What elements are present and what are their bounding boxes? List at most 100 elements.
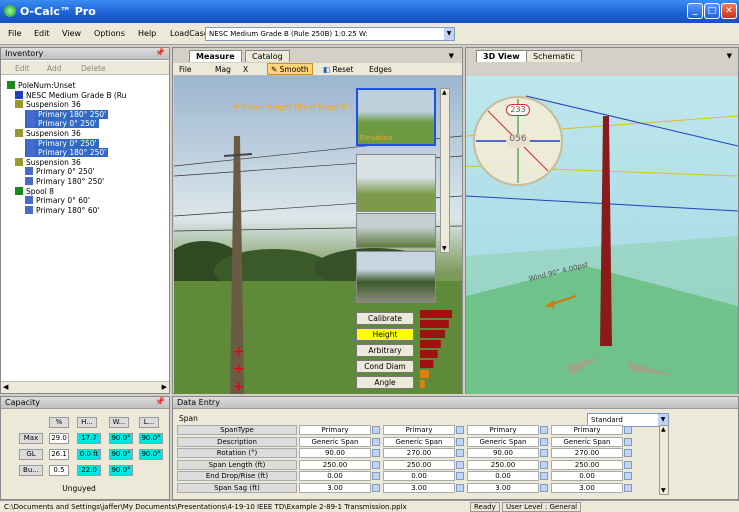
span-cell[interactable]: 270.00 (383, 448, 455, 458)
tab-schematic[interactable]: Schematic (526, 50, 582, 62)
span-cell[interactable]: 250.00 (551, 459, 623, 470)
spinner-icon[interactable] (540, 472, 548, 480)
minimize-button[interactable]: _ (687, 3, 703, 19)
spinner-icon[interactable] (456, 472, 464, 480)
tree-item[interactable]: Primary 0° 250' (25, 167, 95, 176)
spinner-icon[interactable] (540, 426, 548, 434)
spinner-icon[interactable] (624, 437, 632, 446)
spinner-icon[interactable] (372, 483, 380, 492)
scroll-left-icon[interactable]: ◀ (3, 383, 8, 391)
horizontal-scrollbar[interactable]: ◀ ▶ (1, 381, 169, 393)
tree-item[interactable]: Primary 180° 250' (25, 177, 104, 186)
menu-file[interactable]: File (8, 29, 21, 38)
span-cell[interactable]: Primary (467, 425, 539, 435)
tree-item[interactable]: Suspension 36 (15, 157, 81, 167)
measure-file-menu[interactable]: File (179, 65, 192, 74)
span-cell[interactable]: 0.00 (551, 471, 623, 481)
spinner-icon[interactable] (372, 472, 380, 480)
menu-options[interactable]: Options (94, 29, 125, 38)
reset-button[interactable]: ◧ Reset (323, 65, 353, 74)
span-cell[interactable]: 3.00 (551, 482, 623, 493)
smooth-button[interactable]: ✎ Smooth (267, 63, 313, 75)
spinner-icon[interactable] (456, 460, 464, 469)
pin-icon[interactable]: 📌 (155, 48, 165, 57)
span-cell[interactable]: 90.00 (299, 448, 371, 458)
span-cell[interactable]: 3.00 (299, 482, 371, 493)
spinner-icon[interactable] (456, 483, 464, 492)
span-cell[interactable]: 270.00 (551, 448, 623, 458)
scroll-up-icon[interactable]: ▲ (442, 89, 447, 96)
pole-photo[interactable]: + + + + Install Height (ft) of Spool 8 E… (174, 76, 462, 394)
span-cell[interactable]: 90.00 (467, 448, 539, 458)
span-cell[interactable]: Primary (551, 425, 623, 435)
spinner-icon[interactable] (540, 460, 548, 469)
tab-measure[interactable]: Measure (189, 50, 242, 62)
close-button[interactable]: ✕ (721, 3, 737, 19)
spinner-icon[interactable] (624, 449, 632, 457)
tab-catalog[interactable]: Catalog (245, 50, 290, 62)
spinner-icon[interactable] (624, 426, 632, 434)
span-cell[interactable]: Generic Span (551, 436, 623, 447)
tree-item[interactable]: PoleNum:Unset (7, 81, 75, 90)
spinner-icon[interactable] (624, 483, 632, 492)
span-cell[interactable]: Generic Span (467, 436, 539, 447)
tree-item[interactable]: Suspension 36 (15, 129, 81, 138)
spinner-icon[interactable] (456, 426, 464, 434)
delete-button[interactable]: Delete (81, 64, 106, 73)
thumbnail-2[interactable] (356, 154, 436, 212)
data-entry-scrollbar[interactable]: ▲ ▼ (659, 425, 669, 495)
tab-3d-view[interactable]: 3D View (476, 50, 527, 62)
menu-view[interactable]: View (62, 29, 81, 38)
span-cell[interactable]: 3.00 (383, 482, 455, 493)
thumbnail-3[interactable] (356, 213, 436, 248)
3d-scene[interactable]: 233 056 Wind 90° 4.00psf (466, 76, 738, 394)
calibrate-button[interactable]: Calibrate (356, 312, 414, 325)
tree-item[interactable]: Primary 180° 250' (25, 109, 109, 119)
spinner-icon[interactable] (372, 460, 380, 469)
thumbnail-1[interactable]: Elevation (356, 88, 436, 146)
span-cell[interactable]: 0.00 (467, 471, 539, 481)
span-cell[interactable]: 3.00 (467, 482, 539, 493)
tree-item[interactable]: Primary 0° 60' (25, 196, 90, 205)
scroll-down-icon[interactable]: ▼ (661, 487, 666, 494)
edit-button[interactable]: Edit (15, 64, 30, 73)
mag-menu[interactable]: Mag (215, 65, 231, 74)
span-cell[interactable]: 0.00 (383, 471, 455, 481)
arbitrary-button[interactable]: Arbitrary (356, 344, 414, 357)
scroll-down-icon[interactable]: ▼ (442, 245, 447, 252)
cond-diam-button[interactable]: Cond Diam (356, 360, 414, 373)
add-button[interactable]: Add (47, 64, 62, 73)
pin-icon[interactable]: 📌 (155, 397, 165, 406)
tree-item[interactable]: NESC Medium Grade B (Ru (15, 90, 126, 100)
tree-item[interactable]: Primary 0° 250' (25, 138, 99, 148)
spinner-icon[interactable] (372, 426, 380, 434)
span-cell[interactable]: 250.00 (299, 459, 371, 470)
span-cell[interactable]: 250.00 (467, 459, 539, 470)
spinner-icon[interactable] (456, 437, 464, 446)
spinner-icon[interactable] (540, 483, 548, 492)
thumbnail-4[interactable] (356, 251, 436, 303)
spinner-icon[interactable] (372, 449, 380, 457)
maximize-button[interactable]: □ (704, 3, 720, 19)
x-menu[interactable]: X (243, 65, 248, 74)
span-cell[interactable]: 250.00 (383, 459, 455, 470)
span-cell[interactable]: Generic Span (299, 436, 371, 447)
span-cell[interactable]: Generic Span (383, 436, 455, 447)
scroll-right-icon[interactable]: ▶ (162, 383, 167, 391)
spinner-icon[interactable] (624, 460, 632, 469)
tree-item[interactable]: Primary 180° 60' (25, 205, 99, 215)
edges-button[interactable]: Edges (369, 65, 392, 74)
menu-edit[interactable]: Edit (34, 29, 50, 38)
menu-help[interactable]: Help (138, 29, 156, 38)
chevron-down-icon[interactable]: ▼ (727, 52, 732, 60)
span-cell[interactable]: Primary (383, 425, 455, 435)
tree-item[interactable]: Spool 8 (15, 186, 54, 196)
spinner-icon[interactable] (540, 437, 548, 446)
span-cell[interactable]: Primary (299, 425, 371, 435)
scroll-up-icon[interactable]: ▲ (661, 426, 666, 433)
chevron-down-icon[interactable]: ▼ (449, 52, 454, 60)
loadcase-select[interactable]: NESC Medium Grade B (Rule 250B) 1:0.25 W… (205, 27, 455, 41)
tree-item[interactable]: Suspension 36 (15, 100, 81, 109)
height-button[interactable]: Height (356, 328, 414, 341)
tree-item[interactable]: Primary 0° 250' (25, 119, 99, 129)
